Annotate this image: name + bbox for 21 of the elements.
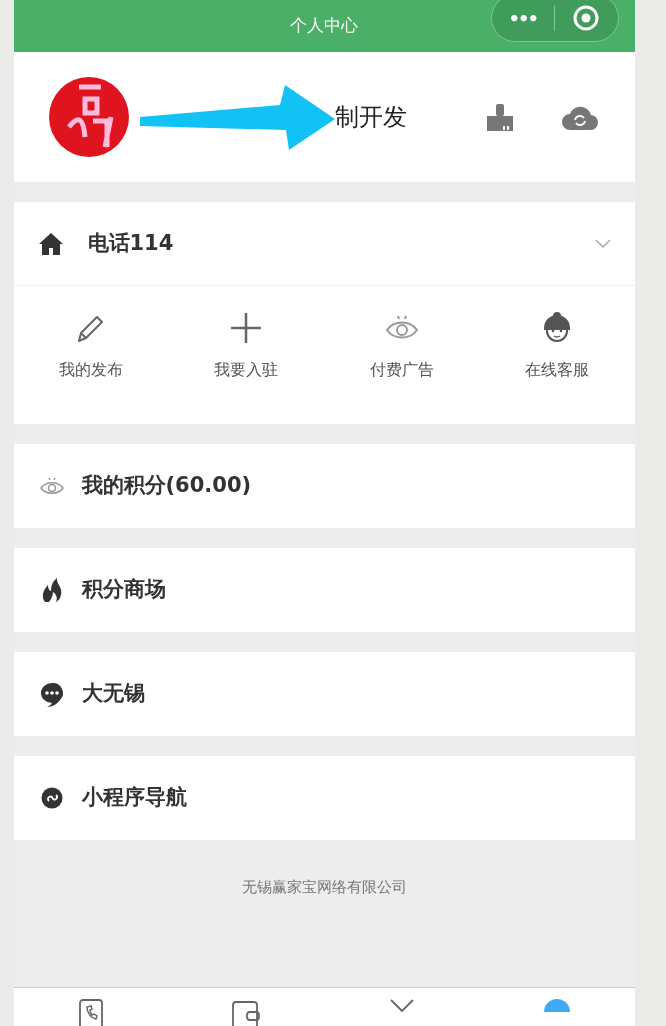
link-icon: [40, 787, 63, 809]
close-target-icon[interactable]: [573, 5, 600, 31]
action-item[interactable]: 我的发布: [13, 286, 169, 424]
shop-header[interactable]: 电话114: [13, 202, 635, 286]
menu-row[interactable]: 我的积分(60.00): [13, 444, 635, 528]
broom-icon[interactable]: [484, 102, 515, 132]
page-title: 个人中心: [290, 14, 358, 38]
action-item[interactable]: 付费广告: [324, 286, 480, 424]
action-item[interactable]: 我要入驻: [168, 286, 324, 424]
chat-bubble-icon: [38, 681, 65, 707]
menu-row[interactable]: 小程序导航: [13, 756, 635, 840]
eye-icon: [38, 476, 65, 496]
company-name: 无锡赢家宝网络有限公司: [241, 877, 407, 898]
menu-row[interactable]: 大无锡: [13, 652, 635, 736]
menu-row[interactable]: 积分商场: [13, 548, 635, 632]
action-item[interactable]: 在线客服: [479, 286, 635, 424]
chevron-icon: [594, 238, 611, 249]
phone-book-icon[interactable]: [77, 998, 106, 1026]
home-icon: [37, 231, 64, 256]
user-name: 制开发: [334, 102, 407, 133]
wallet-icon[interactable]: [230, 998, 263, 1026]
